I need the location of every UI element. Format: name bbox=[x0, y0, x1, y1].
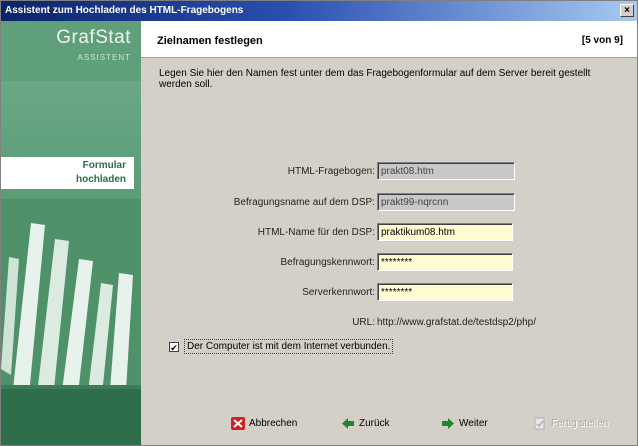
close-button[interactable]: × bbox=[620, 4, 634, 17]
html-name-label: HTML-Name für den DSP: bbox=[257, 227, 375, 238]
bar-chart-decoration-icon bbox=[1, 199, 141, 445]
finish-button[interactable]: Fertig stellen bbox=[533, 417, 608, 435]
html-fragebogen-label: HTML-Fragebogen: bbox=[287, 166, 375, 177]
internet-checkbox-label[interactable]: Der Computer ist mit dem Internet verbun… bbox=[184, 339, 394, 354]
finish-icon bbox=[534, 417, 545, 430]
back-button-label: Zurück bbox=[359, 418, 390, 429]
brand-subtitle: ASSISTENT bbox=[77, 53, 131, 62]
cancel-icon bbox=[231, 417, 245, 430]
serverkennwort-input[interactable]: ******** bbox=[377, 283, 513, 301]
row-html-fragebogen: HTML-Fragebogen: prakt08.htm bbox=[141, 162, 637, 184]
sidebar: GrafStat ASSISTENT Formular hochladen bbox=[1, 21, 141, 445]
arrow-right-icon bbox=[442, 418, 454, 429]
window-title: Assistent zum Hochladen des HTML-Fragebo… bbox=[5, 5, 244, 16]
row-url: URL: http://www.grafstat.de/testdsp2/php… bbox=[141, 313, 637, 335]
brand-logo: GrafStat bbox=[56, 27, 131, 48]
step-progress: [5 von 9] bbox=[581, 35, 623, 46]
next-button[interactable]: Weiter bbox=[441, 417, 488, 435]
row-befragungskennwort: Befragungskennwort: ******** bbox=[141, 253, 637, 275]
back-button[interactable]: Zurück bbox=[341, 417, 390, 435]
wizard-window: Assistent zum Hochladen des HTML-Fragebo… bbox=[0, 0, 638, 446]
row-serverkennwort: Serverkennwort: ******** bbox=[141, 283, 637, 305]
internet-checkbox[interactable]: ✔ bbox=[169, 342, 179, 353]
main-panel: Zielnamen festlegen [5 von 9] Legen Sie … bbox=[141, 21, 637, 445]
befragungsname-label: Befragungsname auf dem DSP: bbox=[233, 197, 375, 208]
url-label: URL: bbox=[352, 317, 375, 328]
form-area: Legen Sie hier den Namen fest unter dem … bbox=[141, 57, 637, 408]
active-step-label: Formular hochladen bbox=[75, 160, 126, 185]
cancel-button-label: Abbrechen bbox=[249, 418, 298, 429]
active-step-tab: Formular hochladen bbox=[1, 157, 134, 189]
befragungskennwort-input[interactable]: ******** bbox=[377, 253, 513, 271]
html-fragebogen-field: prakt08.htm bbox=[377, 162, 515, 180]
title-bar[interactable]: Assistent zum Hochladen des HTML-Fragebo… bbox=[1, 1, 637, 21]
button-bar: Abbrechen Zurück Weiter Fertig stellen bbox=[141, 407, 637, 445]
row-html-name: HTML-Name für den DSP: praktikum08.htm bbox=[141, 223, 637, 245]
befragungsname-field: prakt99-nqrcnn bbox=[377, 193, 515, 211]
step-title: Zielnamen festlegen bbox=[157, 35, 263, 47]
url-value: http://www.grafstat.de/testdsp2/php/ bbox=[377, 317, 536, 328]
step-header: Zielnamen festlegen [5 von 9] bbox=[141, 21, 637, 57]
description-text: Legen Sie hier den Namen fest unter dem … bbox=[159, 68, 591, 90]
html-name-input[interactable]: praktikum08.htm bbox=[377, 223, 513, 241]
row-befragungsname: Befragungsname auf dem DSP: prakt99-nqrc… bbox=[141, 193, 637, 215]
cancel-button[interactable]: Abbrechen bbox=[231, 417, 297, 435]
befragungskennwort-label: Befragungskennwort: bbox=[280, 257, 375, 268]
serverkennwort-label: Serverkennwort: bbox=[302, 287, 375, 298]
finish-button-label: Fertig stellen bbox=[551, 418, 609, 429]
next-button-label: Weiter bbox=[459, 418, 488, 429]
arrow-left-icon bbox=[342, 418, 354, 429]
